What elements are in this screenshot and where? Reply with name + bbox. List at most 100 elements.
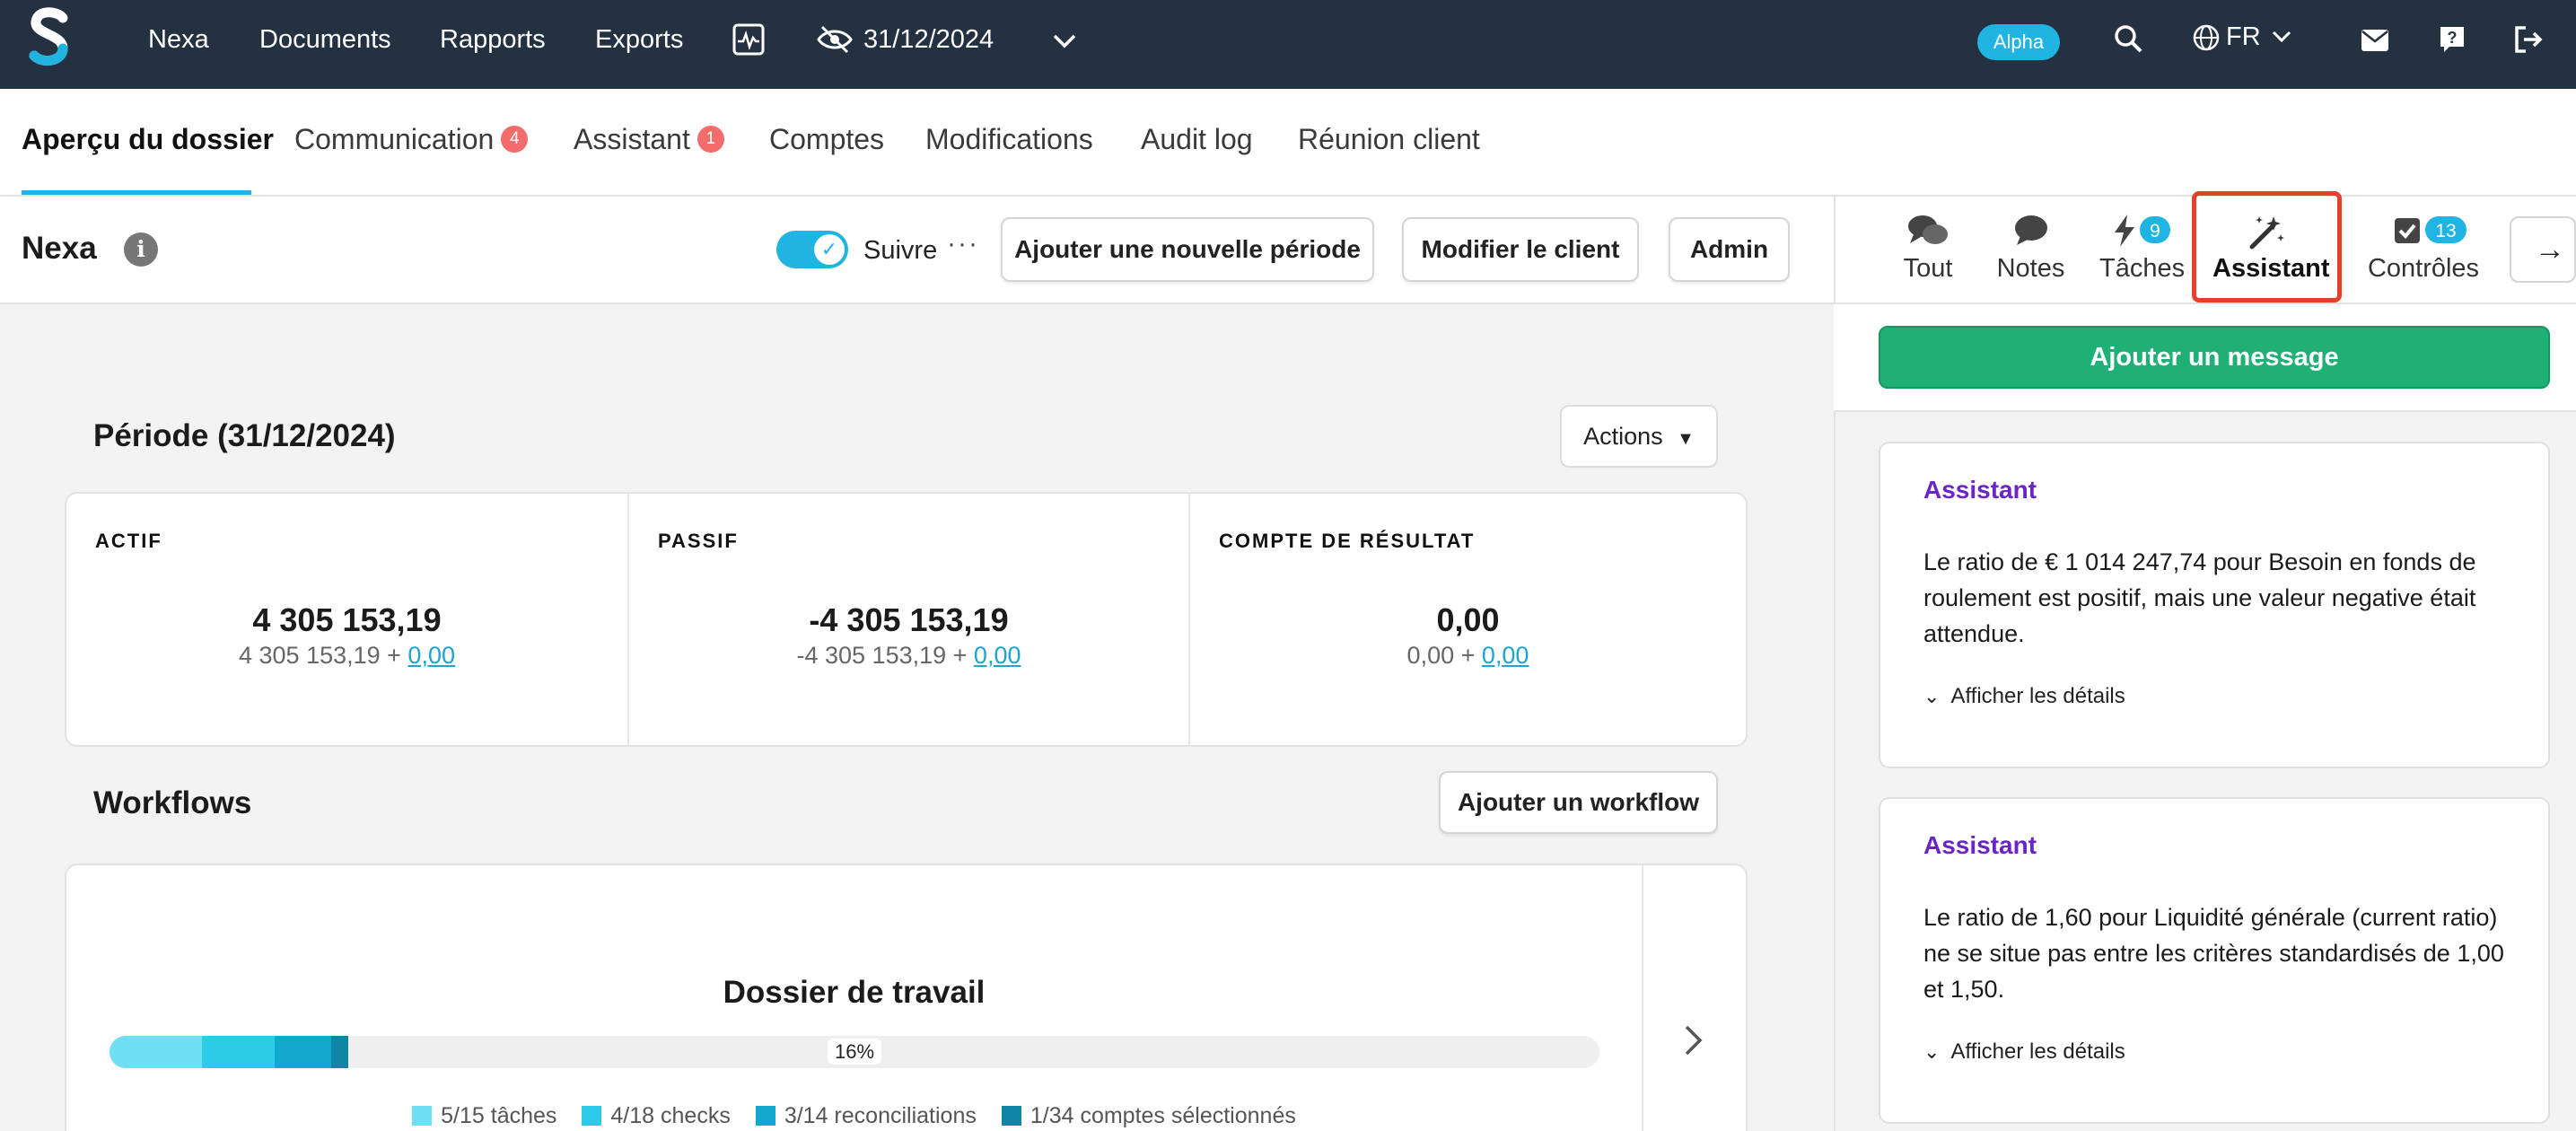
check-icon: ✓ [814,234,845,265]
app-logo-icon[interactable] [27,5,72,68]
summary-label: PASSIF [658,530,739,552]
client-header: Nexa i ✓ Suivre ··· Ajouter une nouvelle… [0,197,1834,304]
summary-value: 0,00 [1436,601,1500,638]
summary-passif: PASSIF -4 305 153,19 -4 305 153,19 + 0,0… [627,494,1188,745]
show-details-label: Afficher les détails [1950,684,2125,708]
summary-label: COMPTE DE RÉSULTAT [1219,530,1476,552]
show-details-link[interactable]: ⌄ Afficher les détails [1923,1039,2125,1065]
balance-summary-card: ACTIF 4 305 153,19 4 305 153,19 + 0,00 P… [65,492,1748,747]
client-name: Nexa [22,231,97,266]
top-navbar: Nexa Documents Rapports Exports 31/12/20… [0,0,2576,89]
nav-nexa[interactable]: Nexa [148,25,209,55]
logout-icon[interactable] [2513,25,2544,54]
caret-down-icon: ▼ [1677,429,1695,449]
legend-swatch [582,1106,602,1126]
chevron-down-icon[interactable] [1052,32,1077,50]
period-date[interactable]: 31/12/2024 [863,25,994,55]
mail-icon[interactable] [2361,29,2389,52]
workflow-card[interactable]: Dossier de travail 16% 5/15 tâches 4/18 c… [65,864,1748,1131]
period-title: Période (31/12/2024) [93,418,396,453]
svg-text:?: ? [2448,29,2458,47]
actions-dropdown[interactable]: Actions ▼ [1560,405,1718,468]
activity-monitor-icon[interactable] [732,23,765,56]
workflows-title: Workflows [93,785,252,820]
show-details-label: Afficher les détails [1950,1039,2125,1064]
summary-actif: ACTIF 4 305 153,19 4 305 153,19 + 0,00 [66,494,627,745]
message-author: Assistant [1923,476,2037,504]
communication-count-badge: 4 [501,126,529,153]
tab-audit-log[interactable]: Audit log [1141,123,1253,156]
bolt-icon: 9 [2099,213,2182,254]
adjustment-link[interactable]: 0,00 [1482,642,1529,669]
panel-tab-taches[interactable]: 9 Tâches [2099,213,2186,284]
summary-sub-text: 0,00 + [1406,642,1482,669]
assistant-count-badge: 1 [697,126,724,153]
summary-sub: 4 305 153,19 + 0,00 [66,642,627,670]
summary-sub-text: 4 305 153,19 + [239,642,408,669]
tab-apercu[interactable]: Aperçu du dossier [22,123,274,156]
more-options-icon[interactable]: ··· [947,229,979,259]
panel-tab-label: Notes [1996,254,2065,283]
legend-swatch [1001,1106,1021,1126]
show-details-link[interactable]: ⌄ Afficher les détails [1923,684,2125,709]
tab-assistant[interactable]: Assistant 1 [574,123,724,156]
info-icon[interactable]: i [124,232,158,267]
summary-label: ACTIF [95,530,162,552]
panel-tab-notes[interactable]: Notes [1993,213,2069,284]
workflow-progress-bar: 16% [110,1036,1599,1068]
language-chevron-icon[interactable] [2271,29,2292,45]
progress-percent: 16% [827,1039,882,1065]
nav-rapports[interactable]: Rapports [440,25,546,55]
add-message-button[interactable]: Ajouter un message [1879,326,2550,389]
chevron-down-icon: ⌄ [1923,1040,1941,1063]
chevron-down-icon: ⌄ [1923,685,1941,707]
add-period-button[interactable]: Ajouter une nouvelle période [1001,217,1374,282]
admin-button[interactable]: Admin [1669,217,1790,282]
checkbox-icon: 13 [2365,213,2482,254]
language-selector[interactable]: FR [2226,22,2261,52]
panel-tab-label: Tâches [2099,254,2186,283]
tasks-count-badge: 9 [2150,221,2160,241]
message-text: Le ratio de 1,60 pour Liquidité générale… [1923,904,2504,1003]
tab-modifications[interactable]: Modifications [925,123,1093,156]
panel-tab-label: Tout [1903,254,1953,283]
panel-tab-controles[interactable]: 13 Contrôles [2365,213,2482,284]
adjustment-link[interactable]: 0,00 [407,642,455,669]
eye-slash-icon[interactable] [817,25,853,54]
progress-label: 16% [110,1036,1599,1068]
nav-documents[interactable]: Documents [259,25,391,55]
panel-scroll-right-arrow-icon[interactable]: → [2510,216,2576,283]
legend-label: 3/14 reconciliations [784,1103,977,1128]
controls-count-badge: 13 [2435,221,2456,241]
summary-sub: -4 305 153,19 + 0,00 [629,642,1188,670]
message-author: Assistant [1923,831,2037,859]
globe-icon[interactable] [2192,23,2221,52]
panel-tab-label: Contrôles [2367,254,2480,283]
help-icon[interactable]: ? [2439,25,2466,54]
add-workflow-button[interactable]: Ajouter un workflow [1439,771,1718,834]
summary-resultat: COMPTE DE RÉSULTAT 0,00 0,00 + 0,00 [1188,494,1746,745]
search-icon[interactable] [2113,23,2143,54]
summary-value: -4 305 153,19 [809,601,1009,638]
tab-reunion-client[interactable]: Réunion client [1298,123,1480,156]
edit-client-button[interactable]: Modifier le client [1402,217,1639,282]
assistant-message-card: Assistant Le ratio de € 1 014 247,74 pou… [1879,442,2550,768]
tab-assistant-label: Assistant [574,123,690,155]
legend-item: 4/18 checks [582,1103,731,1129]
follow-toggle[interactable]: ✓ [776,231,848,268]
panel-tab-tout[interactable]: Tout [1897,213,1959,284]
legend-label: 1/34 comptes sélectionnés [1030,1103,1296,1128]
legend-swatch [412,1106,433,1126]
legend-label: 5/15 tâches [441,1103,557,1128]
adjustment-link[interactable]: 0,00 [974,642,1021,669]
summary-value: 4 305 153,19 [252,601,442,638]
legend-item: 1/34 comptes sélectionnés [1001,1103,1296,1129]
tab-comptes[interactable]: Comptes [769,123,884,156]
legend-swatch [755,1106,775,1126]
chevron-right-icon[interactable] [1682,1022,1705,1058]
nav-exports[interactable]: Exports [595,25,683,55]
message-text: Le ratio de € 1 014 247,74 pour Besoin e… [1923,548,2476,647]
legend-item: 3/14 reconciliations [755,1103,977,1129]
tab-communication[interactable]: Communication 4 [294,123,529,156]
dossier-tabs: Aperçu du dossier Communication 4 Assista… [0,89,2576,197]
